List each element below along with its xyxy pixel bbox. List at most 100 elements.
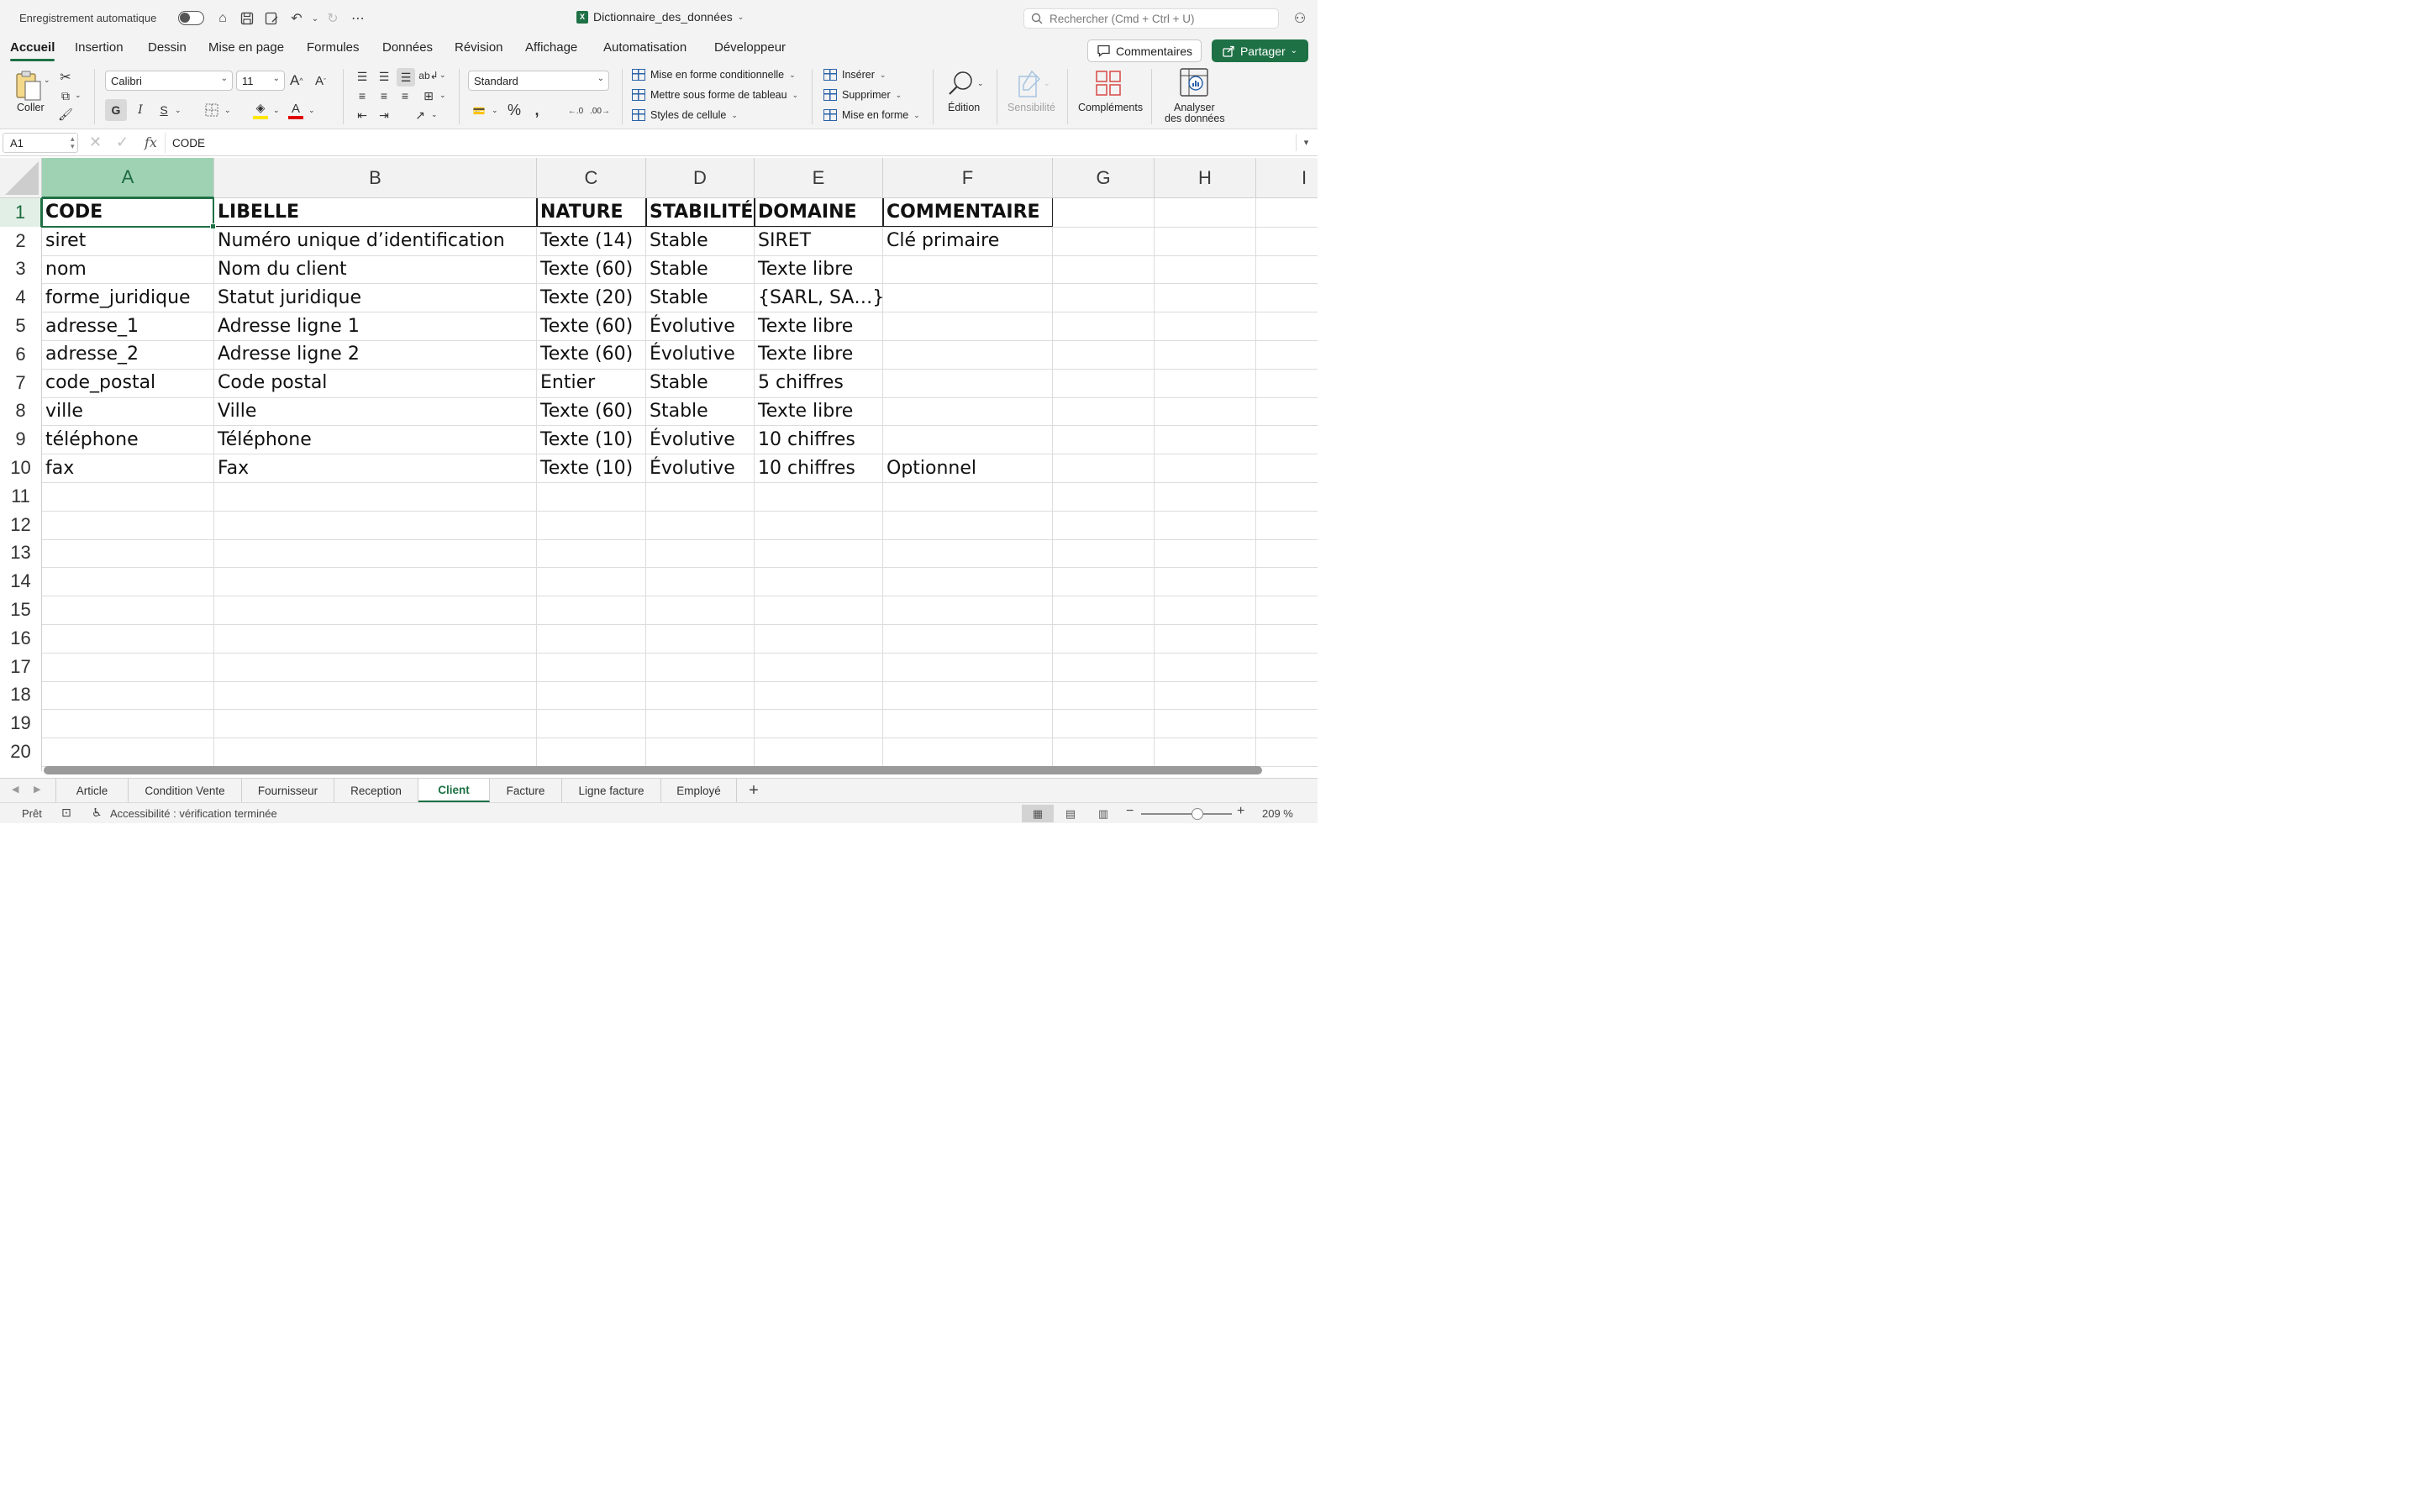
align-left-icon[interactable]: ≡: [354, 87, 371, 104]
delete-button[interactable]: Supprimer ⌄: [823, 89, 902, 101]
sheet-tab-condition-vente[interactable]: Condition Vente: [129, 779, 242, 802]
tab-revision[interactable]: Révision: [455, 40, 503, 55]
row-header[interactable]: 19: [0, 709, 42, 738]
borders-icon[interactable]: [203, 102, 220, 118]
data-cell[interactable]: adresse_1: [42, 312, 214, 340]
data-cell[interactable]: Entier: [537, 369, 646, 397]
header-cell[interactable]: LIBELLE: [214, 198, 537, 227]
merge-dropdown-icon[interactable]: ⌄: [439, 91, 446, 100]
autosave-toggle[interactable]: [178, 11, 204, 25]
data-cell[interactable]: Texte libre: [755, 312, 883, 340]
row-header[interactable]: 2: [0, 226, 42, 255]
row-header[interactable]: 11: [0, 482, 42, 511]
data-cell[interactable]: code_postal: [42, 369, 214, 397]
orientation-dropdown-icon[interactable]: ⌄: [431, 110, 438, 119]
merge-center-icon[interactable]: ⊞: [420, 87, 437, 104]
row-header[interactable]: 4: [0, 283, 42, 312]
horizontal-scrollbar[interactable]: [44, 766, 1262, 774]
decrease-decimal-icon[interactable]: .00→: [590, 102, 610, 119]
data-cell[interactable]: 10 chiffres: [755, 454, 883, 482]
data-cell[interactable]: siret: [42, 227, 214, 255]
copy-icon[interactable]: ⧉: [57, 87, 74, 104]
row-header[interactable]: 14: [0, 567, 42, 596]
sheet-tab-fournisseur[interactable]: Fournisseur: [242, 779, 334, 802]
column-header-h[interactable]: H: [1155, 158, 1256, 198]
copy-dropdown-icon[interactable]: ⌄: [75, 91, 82, 100]
tab-automatisation[interactable]: Automatisation: [603, 40, 687, 55]
sheet-tab-reception[interactable]: Reception: [334, 779, 418, 802]
data-cell[interactable]: Texte (10): [537, 425, 646, 454]
data-cell[interactable]: [883, 283, 1053, 312]
name-box-stepper-icon[interactable]: ▴ ▾: [71, 135, 75, 150]
increase-indent-icon[interactable]: ⇥: [376, 107, 392, 123]
comments-button[interactable]: Commentaires: [1087, 39, 1202, 62]
page-break-view-icon[interactable]: ▥: [1087, 805, 1119, 822]
account-icon[interactable]: ⚇: [1291, 9, 1309, 28]
format-painter-icon[interactable]: 🖌: [57, 106, 74, 123]
row-header[interactable]: 15: [0, 596, 42, 624]
data-cell[interactable]: 5 chiffres: [755, 369, 883, 397]
zoom-slider-thumb[interactable]: [1191, 808, 1203, 820]
editing-icon[interactable]: [944, 69, 978, 99]
share-button[interactable]: Partager ⌄: [1212, 39, 1308, 62]
undo-icon[interactable]: ↶: [287, 9, 306, 28]
tab-dessin[interactable]: Dessin: [148, 40, 187, 55]
row-header[interactable]: 18: [0, 680, 42, 710]
paste-dropdown-icon[interactable]: ⌄: [44, 76, 50, 85]
sheet-tab-facture[interactable]: Facture: [490, 779, 562, 802]
borders-dropdown-icon[interactable]: ⌄: [224, 106, 231, 115]
zoom-in-icon[interactable]: +: [1237, 804, 1244, 819]
row-header[interactable]: 20: [0, 738, 42, 766]
italic-button[interactable]: I: [131, 99, 150, 121]
align-bottom-icon[interactable]: ☰: [397, 68, 415, 87]
analyze-data-icon[interactable]: [1178, 67, 1210, 97]
header-cell[interactable]: DOMAINE: [755, 198, 883, 227]
data-cell[interactable]: Adresse ligne 2: [214, 340, 537, 369]
sheet-next-icon[interactable]: ▶: [34, 784, 40, 795]
row-header[interactable]: 21: [0, 766, 42, 771]
data-cell[interactable]: [883, 340, 1053, 369]
data-cell[interactable]: Évolutive: [646, 425, 755, 454]
tab-mise-en-page[interactable]: Mise en page: [208, 40, 284, 55]
bold-button[interactable]: G: [105, 99, 127, 121]
row-header[interactable]: 6: [0, 340, 42, 369]
data-cell[interactable]: Numéro unique d’identification: [214, 227, 537, 255]
data-cell[interactable]: Clé primaire: [883, 227, 1053, 255]
font-name-select[interactable]: Calibri ⌄: [105, 71, 233, 91]
sheet-tab-article[interactable]: Article: [55, 779, 129, 802]
sheet-prev-icon[interactable]: ◀: [12, 784, 18, 795]
document-title[interactable]: X Dictionnaire_des_données ⌄: [576, 10, 744, 24]
font-size-select[interactable]: 11 ⌄: [236, 71, 285, 91]
align-middle-icon[interactable]: ☰: [376, 68, 392, 85]
data-cell[interactable]: Stable: [646, 397, 755, 426]
data-cell[interactable]: Texte (14): [537, 227, 646, 255]
spreadsheet-grid[interactable]: A B C D E F G H I 1 2 3 4 5 6 7 8 9 10 11 12 13 14 15 1…: [0, 158, 1318, 771]
tab-developpeur[interactable]: Développeur: [714, 40, 786, 55]
data-cell[interactable]: SIRET: [755, 227, 883, 255]
data-cell[interactable]: [883, 369, 1053, 397]
data-cell[interactable]: Stable: [646, 283, 755, 312]
data-cell[interactable]: Téléphone: [214, 425, 537, 454]
row-header[interactable]: 10: [0, 454, 42, 482]
column-header-a[interactable]: A: [42, 158, 214, 198]
save-as-icon[interactable]: [262, 9, 281, 28]
data-cell[interactable]: adresse_2: [42, 340, 214, 369]
editing-dropdown-icon[interactable]: ⌄: [977, 79, 984, 88]
column-header-d[interactable]: D: [646, 158, 755, 198]
data-cell[interactable]: Texte (10): [537, 454, 646, 482]
data-cell[interactable]: Fax: [214, 454, 537, 482]
currency-dropdown-icon[interactable]: ⌄: [492, 106, 498, 115]
sheet-tab-ligne-facture[interactable]: Ligne facture: [562, 779, 661, 802]
column-header-c[interactable]: C: [537, 158, 646, 198]
tab-affichage[interactable]: Affichage: [525, 40, 577, 55]
data-cell[interactable]: Texte (60): [537, 340, 646, 369]
row-header[interactable]: 17: [0, 652, 42, 681]
save-icon[interactable]: [238, 9, 256, 28]
addins-icon[interactable]: [1094, 69, 1123, 97]
row-header[interactable]: 13: [0, 538, 42, 568]
more-icon[interactable]: ⋯: [349, 9, 367, 28]
column-header-b[interactable]: B: [214, 158, 537, 198]
tab-formules[interactable]: Formules: [307, 40, 360, 55]
sheet-tab-employe[interactable]: Employé: [661, 779, 737, 802]
data-cell[interactable]: Texte libre: [755, 255, 883, 284]
